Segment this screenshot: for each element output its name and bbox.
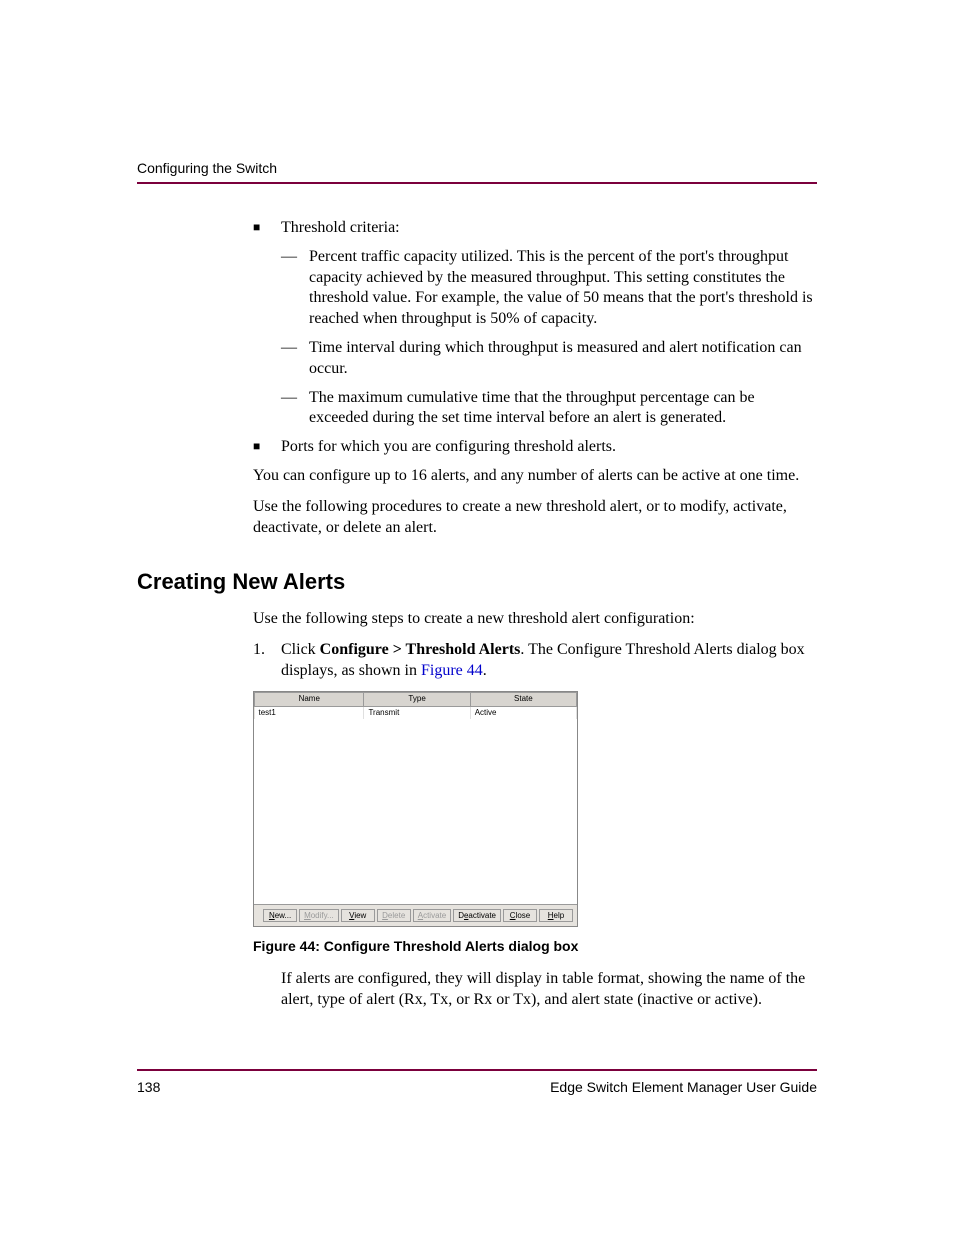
- cell-state: Active: [470, 706, 576, 719]
- running-head: Configuring the Switch: [137, 160, 817, 184]
- page-content: Configuring the Switch Threshold criteri…: [137, 160, 817, 1095]
- col-state[interactable]: State: [470, 693, 576, 706]
- numbered-list: 1. Click Configure > Threshold Alerts. T…: [253, 640, 817, 682]
- section-heading: Creating New Alerts: [137, 568, 817, 597]
- help-button[interactable]: Help: [539, 909, 573, 922]
- delete-button: Delete: [377, 909, 411, 922]
- figure-caption: Figure 44: Configure Threshold Alerts di…: [253, 937, 817, 955]
- cell-type: Transmit: [364, 706, 470, 719]
- dash-list: Percent traffic capacity utilized. This …: [281, 247, 817, 429]
- figure: Name Type State test1 Transmit Active: [253, 691, 817, 955]
- figure-link[interactable]: Figure 44: [421, 662, 483, 679]
- list-item: 1. Click Configure > Threshold Alerts. T…: [253, 640, 817, 682]
- threshold-alerts-dialog: Name Type State test1 Transmit Active: [253, 691, 578, 927]
- paragraph: Use the following procedures to create a…: [253, 497, 817, 539]
- cell-name: test1: [255, 706, 364, 719]
- bullet-item: Ports for which you are configuring thre…: [253, 437, 817, 458]
- bullet-item: Threshold criteria: Percent traffic capa…: [253, 218, 817, 429]
- col-name[interactable]: Name: [255, 693, 364, 706]
- step-number: 1.: [253, 640, 265, 661]
- page-number: 138: [137, 1079, 160, 1095]
- modify-button: Modify...: [299, 909, 339, 922]
- body-text: Threshold criteria: Percent traffic capa…: [137, 218, 817, 1011]
- col-type[interactable]: Type: [364, 693, 470, 706]
- activate-button: Activate: [413, 909, 451, 922]
- doc-title: Edge Switch Element Manager User Guide: [550, 1079, 817, 1095]
- close-button[interactable]: Close: [503, 909, 537, 922]
- table-empty-area: [254, 719, 577, 905]
- new-button[interactable]: New...: [263, 909, 297, 922]
- table-header-row: Name Type State: [255, 693, 577, 706]
- dialog-button-bar: New... Modify... View Delete Activate De…: [254, 905, 577, 926]
- paragraph: Use the following steps to create a new …: [253, 609, 817, 630]
- bullet-list: Threshold criteria: Percent traffic capa…: [253, 218, 817, 458]
- deactivate-button[interactable]: Deactivate: [453, 909, 501, 922]
- view-button[interactable]: View: [341, 909, 375, 922]
- page-footer: 138 Edge Switch Element Manager User Gui…: [137, 1069, 817, 1095]
- menu-path: Configure > Threshold Alerts: [320, 641, 521, 658]
- bullet-text: Threshold criteria:: [281, 219, 400, 236]
- step-text-part: .: [483, 662, 487, 679]
- alerts-table: Name Type State test1 Transmit Active: [254, 692, 577, 719]
- paragraph: You can configure up to 16 alerts, and a…: [253, 466, 817, 487]
- paragraph: If alerts are configured, they will disp…: [281, 969, 817, 1011]
- dash-item: Time interval during which throughput is…: [281, 338, 817, 380]
- dash-item: The maximum cumulative time that the thr…: [281, 388, 817, 430]
- dash-item: Percent traffic capacity utilized. This …: [281, 247, 817, 330]
- table-row[interactable]: test1 Transmit Active: [255, 706, 577, 719]
- step-text-part: Click: [281, 641, 320, 658]
